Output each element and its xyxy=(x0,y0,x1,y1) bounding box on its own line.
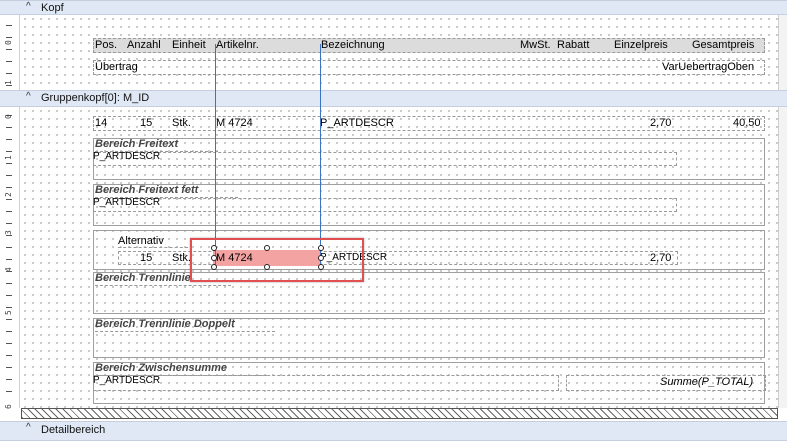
resize-handle[interactable] xyxy=(318,255,324,261)
column-einheit[interactable]: Einheit xyxy=(172,38,214,52)
guide-line-bezeichnung xyxy=(320,44,321,266)
resize-handle[interactable] xyxy=(264,245,270,251)
ruler-number: 4 xyxy=(4,267,13,272)
resize-handle[interactable] xyxy=(318,264,324,270)
resize-handle[interactable] xyxy=(211,255,217,261)
zwischensumme-field[interactable]: P_ARTDESCR xyxy=(93,374,193,388)
group-einheit[interactable]: Stk. xyxy=(172,116,212,130)
resize-handle[interactable] xyxy=(318,245,324,251)
band-label-detailbereich: Detailbereich xyxy=(41,424,106,436)
band-label-gruppenkopf: Gruppenkopf[0]: M_ID xyxy=(41,92,150,104)
column-pos[interactable]: Pos. xyxy=(95,38,119,52)
column-einzelpreis[interactable]: Einzelpreis xyxy=(614,38,684,52)
section-title-trennlinie-doppelt: Bereich Trennlinie Doppelt xyxy=(95,318,275,332)
caret-up-icon[interactable]: ^ xyxy=(26,91,31,102)
alternativ-einzelpreis[interactable]: 2,70 xyxy=(650,251,680,265)
group-gesamtpreis[interactable]: 40,50 xyxy=(733,116,767,130)
band-side-strip xyxy=(778,107,787,408)
column-rabatt[interactable]: Rabatt xyxy=(557,38,593,52)
vertical-ruler-kopf: 0 1 xyxy=(0,15,20,90)
vertical-ruler-gruppenkopf: 0 1 2 3 4 5 6 xyxy=(0,107,20,409)
column-gesamtpreis[interactable]: Gesamtpreis xyxy=(692,38,772,52)
column-bezeichnung[interactable]: Bezeichnung xyxy=(321,38,441,52)
group-einzelpreis[interactable]: 2,70 xyxy=(650,116,680,130)
group-anzahl[interactable]: 15 xyxy=(140,116,164,130)
group-pos[interactable]: 14 xyxy=(95,116,119,130)
section-trennlinie-doppelt[interactable]: Bereich Trennlinie Doppelt xyxy=(93,318,765,358)
ruler-number: 0 xyxy=(4,40,13,45)
group-artikelnr[interactable]: M 4724 xyxy=(216,116,286,130)
band-header-kopf[interactable]: ^ Kopf xyxy=(0,0,787,15)
uebertrag-variable[interactable]: VarUebertragOben xyxy=(662,60,777,74)
resize-handle[interactable] xyxy=(264,264,270,270)
ruler-number: 5 xyxy=(4,310,13,315)
ruler-number: 3 xyxy=(4,230,13,235)
column-mwst[interactable]: MwSt. xyxy=(520,38,556,52)
resize-handle[interactable] xyxy=(211,264,217,270)
uebertrag-label[interactable]: Übertrag xyxy=(95,60,175,74)
ruler-number: 0 xyxy=(4,114,13,119)
group-bezeichnung[interactable]: P_ARTDESCR xyxy=(320,116,440,130)
ruler-number: 1 xyxy=(4,155,13,160)
alternativ-title[interactable]: Alternativ xyxy=(118,234,188,248)
ruler-number: 1 xyxy=(4,80,13,85)
column-anzahl[interactable]: Anzahl xyxy=(127,38,169,52)
caret-up-icon[interactable]: ^ xyxy=(26,422,31,433)
alternativ-anzahl[interactable]: 15 xyxy=(140,251,164,265)
caret-up-icon[interactable]: ^ xyxy=(26,1,31,12)
ruler-number: 6 xyxy=(4,404,13,409)
zwischensumme-sum[interactable]: Summe(P_TOTAL) xyxy=(660,375,770,389)
band-splitter[interactable] xyxy=(21,408,778,419)
resize-handle[interactable] xyxy=(211,245,217,251)
band-label-kopf: Kopf xyxy=(41,2,64,14)
ruler-number: 2 xyxy=(4,192,13,197)
band-header-gruppenkopf[interactable]: ^ Gruppenkopf[0]: M_ID xyxy=(0,90,787,107)
freitext-fett-field[interactable]: P_ARTDESCR xyxy=(93,196,193,210)
guide-line-artikelnr xyxy=(215,44,216,266)
freitext-field[interactable]: P_ARTDESCR xyxy=(93,150,193,164)
column-artikelnr[interactable]: Artikelnr. xyxy=(216,38,276,52)
band-header-detailbereich[interactable]: ^ Detailbereich xyxy=(0,421,787,441)
band-side-strip xyxy=(778,15,787,90)
